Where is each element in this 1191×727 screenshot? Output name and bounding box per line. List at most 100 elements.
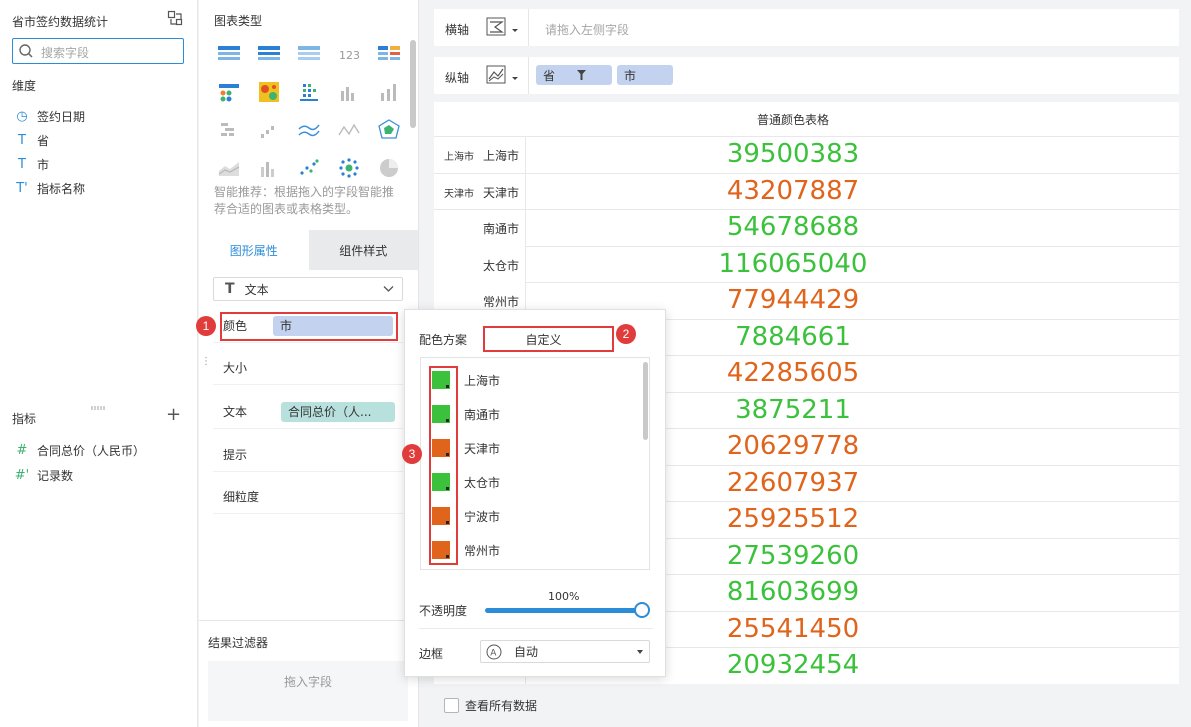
cross-table-chart-icon[interactable] — [215, 42, 243, 66]
dimension-field[interactable]: T' 指标名称 — [14, 180, 85, 197]
chart-type-scrollbar[interactable] — [410, 40, 416, 128]
metric-field-label: 记录数 — [37, 469, 74, 483]
radar-chart-icon[interactable] — [375, 118, 403, 142]
annotation-marker-1: 1 — [196, 316, 216, 336]
y-axis-sort-icon[interactable] — [486, 65, 522, 85]
popup-divider — [419, 628, 653, 629]
dot-cluster-chart-icon[interactable] — [335, 156, 363, 180]
table-city-cell: 常州市 — [482, 295, 519, 309]
color-swatch[interactable] — [432, 507, 450, 525]
table-value-cell[interactable]: 43207887 — [525, 176, 1061, 206]
dimension-field[interactable]: T省 — [14, 132, 49, 149]
color-field-pill[interactable]: 市 — [273, 315, 393, 336]
metric-field[interactable]: #' 记录数 — [14, 467, 73, 484]
opacity-value: 100% — [548, 590, 580, 603]
pie-chart-icon[interactable] — [375, 156, 403, 180]
column-chart-icon[interactable] — [375, 80, 403, 104]
text-property-row[interactable]: 文本 合同总价（人... — [213, 395, 403, 429]
opacity-slider-thumb[interactable] — [634, 602, 650, 618]
chart-types-title: 图表类型 — [214, 14, 263, 28]
color-swatch[interactable] — [432, 473, 450, 491]
switch-dataset-icon[interactable] — [167, 10, 183, 26]
filter-drop-hint: 拖入字段 — [283, 675, 332, 689]
clock-icon: ◷ — [16, 109, 28, 124]
border-value: 自动 — [514, 645, 539, 659]
color-list-item[interactable]: 常州市 — [432, 541, 500, 559]
y-field-city-label: 市 — [624, 68, 637, 83]
mark-type-select[interactable]: T 文本 — [213, 277, 403, 301]
x-axis-drop-placeholder[interactable]: 请拖入左侧字段 — [545, 21, 629, 38]
waterfall-chart-icon[interactable] — [255, 118, 283, 142]
text-type-icon: T — [18, 133, 26, 148]
checkbox-box[interactable] — [444, 698, 459, 713]
y-axis-label: 纵轴 — [445, 71, 470, 85]
panel-splitter-handle[interactable] — [90, 399, 106, 410]
granularity-property-label: 细粒度 — [223, 490, 260, 504]
table-grid-line — [525, 282, 1179, 283]
opacity-slider-track[interactable] — [485, 608, 642, 613]
grouped-table-chart-icon[interactable] — [255, 42, 283, 66]
add-metric-icon[interactable]: + — [166, 406, 181, 424]
color-list-item[interactable]: 宁波市 — [432, 507, 500, 525]
x-axis-sort-icon[interactable] — [486, 17, 522, 37]
y-field-pill-city[interactable]: 市 — [617, 65, 673, 85]
bar-chart-icon[interactable] — [335, 80, 363, 104]
text-field-pill[interactable]: 合同总价（人... — [281, 401, 395, 422]
gantt-chart-icon[interactable] — [215, 118, 243, 142]
color-list-item[interactable]: 太仓市 — [432, 473, 500, 491]
search-placeholder: 搜索字段 — [41, 46, 90, 60]
search-icon — [19, 44, 33, 58]
y-field-pill-province[interactable]: 省 — [536, 65, 612, 85]
text-type-icon: T' — [16, 181, 28, 196]
metric-field[interactable]: # 合同总价（人民币） — [14, 442, 145, 459]
dimension-field[interactable]: ◷ 签约日期 — [14, 108, 85, 125]
table-value-cell[interactable]: 39500383 — [525, 139, 1061, 169]
line-chart-icon[interactable] — [295, 118, 323, 142]
color-item-label: 常州市 — [464, 543, 501, 558]
table-value-cell[interactable]: 54678688 — [525, 212, 1061, 242]
table-value-cell[interactable]: 116065040 — [525, 249, 1061, 279]
color-list-item[interactable]: 天津市 — [432, 439, 500, 457]
field-panel: 省市签约数据统计 搜索字段 维度 ◷ 签约日期 T 省 T 市 T' 指标名称 指标 + # 合… — [0, 0, 198, 727]
matrix-chart-icon[interactable] — [215, 80, 243, 104]
table-title: 普通颜色表格 — [756, 113, 829, 127]
kpi-number-chart-icon[interactable]: 123 — [335, 42, 363, 66]
tab-component-style[interactable]: 组件样式 — [308, 230, 418, 270]
color-property-row[interactable]: 颜色 市 — [213, 309, 403, 343]
tooltip-property-label: 提示 — [223, 448, 248, 462]
detail-table-chart-icon[interactable] — [295, 42, 323, 66]
stacked-dot-chart-icon[interactable] — [295, 80, 323, 104]
tab-graphic-properties[interactable]: 图形属性 — [199, 230, 309, 270]
color-swatch[interactable] — [432, 371, 450, 389]
table-city-cell: 太仓市 — [482, 258, 519, 273]
color-list-scrollbar[interactable] — [643, 362, 648, 440]
border-select[interactable]: A 自动 — [480, 640, 650, 663]
color-table-chart-icon[interactable] — [375, 42, 403, 66]
radar-line-chart-icon[interactable] — [335, 118, 363, 142]
heatmap-chart-icon[interactable] — [255, 80, 283, 104]
color-item-label: 宁波市 — [464, 509, 501, 524]
color-item-label: 太仓市 — [464, 475, 501, 490]
size-property-row[interactable]: 大小 — [213, 351, 403, 385]
granularity-property-row[interactable]: 细粒度 — [213, 480, 403, 514]
table-grid-line — [525, 683, 1179, 684]
filter-drop-zone[interactable]: 拖入字段 — [208, 661, 408, 721]
view-all-data-checkbox[interactable]: 查看所有数据 — [444, 697, 537, 714]
color-item-label: 天津市 — [464, 441, 501, 456]
combo-chart-icon[interactable] — [255, 156, 283, 180]
color-swatch[interactable] — [432, 405, 450, 423]
dimension-field-label: 省 — [37, 134, 50, 148]
scatter-chart-icon[interactable] — [295, 156, 323, 180]
color-list-item[interactable]: 上海市 — [432, 371, 500, 389]
color-list-item[interactable]: 南通市 — [432, 405, 500, 423]
area-chart-icon[interactable] — [215, 156, 243, 180]
color-swatch[interactable] — [432, 439, 450, 457]
svg-text:A: A — [490, 648, 497, 658]
dimension-field[interactable]: T市 — [14, 156, 49, 173]
drag-handle-icon[interactable]: ⋮ — [201, 357, 211, 367]
color-scheme-select[interactable]: 自定义 — [483, 326, 614, 352]
field-search-input[interactable]: 搜索字段 — [12, 38, 184, 64]
color-swatch[interactable] — [432, 541, 450, 559]
dimensions-title: 维度 — [12, 79, 37, 93]
tooltip-property-row[interactable]: 提示 — [213, 438, 403, 472]
